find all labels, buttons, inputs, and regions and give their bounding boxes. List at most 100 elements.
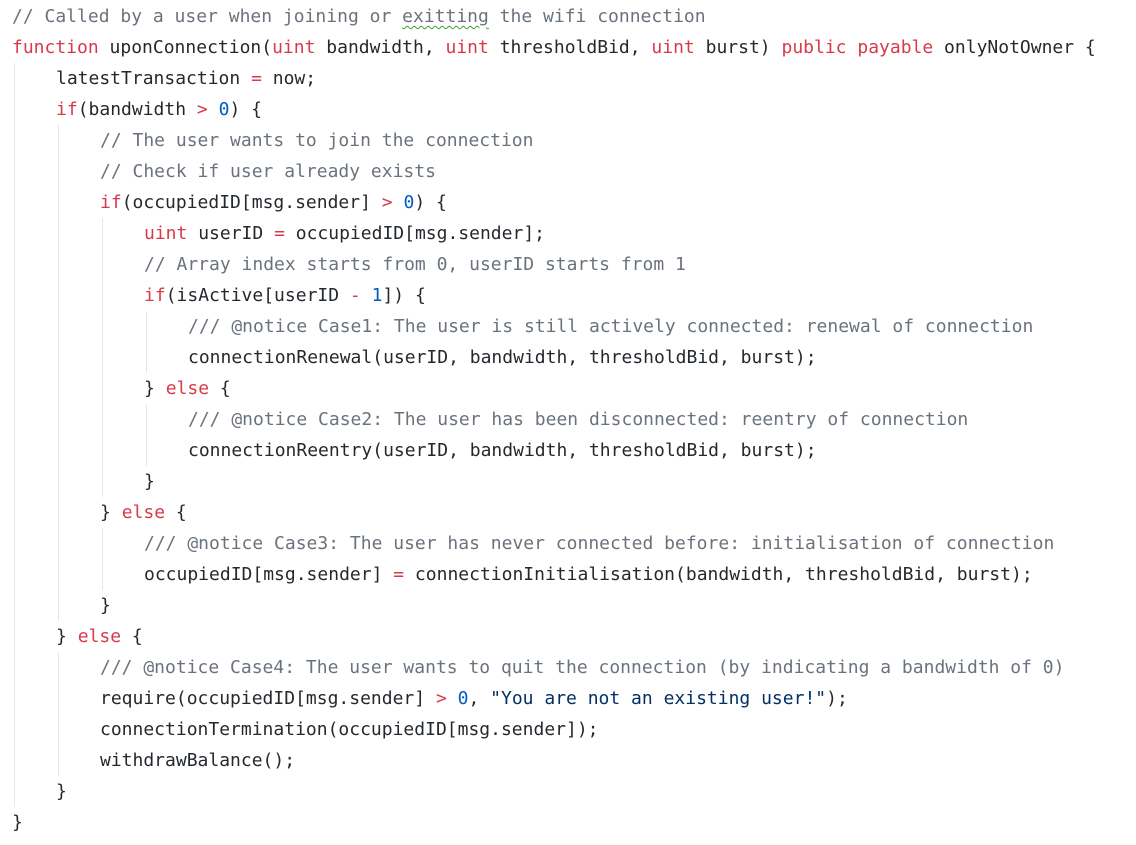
code-line[interactable]: occupiedID[msg.sender] = connectionIniti… xyxy=(144,559,1033,590)
code-line[interactable]: /// @notice Case2: The user has been dis… xyxy=(188,404,968,435)
code-line[interactable]: function uponConnection(uint bandwidth, … xyxy=(12,32,1096,63)
code-token-ident: connectionReentry(userID, bandwidth, thr… xyxy=(188,440,806,461)
code-line[interactable]: /// @notice Case3: The user has never co… xyxy=(144,528,1054,559)
code-token-ident xyxy=(361,285,372,306)
code-line[interactable]: } xyxy=(56,776,67,807)
code-line[interactable]: connectionTermination(occupiedID[msg.sen… xyxy=(100,714,599,745)
code-token-ident: occupiedID[msg.sender] xyxy=(144,564,394,585)
code-line[interactable]: withdrawBalance(); xyxy=(100,745,295,776)
code-token-comment: // The user wants to join the connection xyxy=(100,130,534,151)
code-token-op: > xyxy=(435,688,447,709)
code-token-comment: // Called by a user when joining or xyxy=(12,6,403,27)
code-token-string: "You are not an existing user!" xyxy=(490,688,827,709)
code-token-keyword: if xyxy=(100,192,122,213)
code-token-ident: ]) { xyxy=(382,285,426,306)
code-token-comment: // Check if user already exists xyxy=(100,161,436,182)
code-line[interactable]: } xyxy=(144,466,155,497)
indent-guide xyxy=(58,125,59,621)
code-token-ident: bandwidth, xyxy=(315,37,446,58)
code-token-comment: /// @notice Case1: The user is still act… xyxy=(188,316,1034,337)
code-token-keyword: else xyxy=(165,378,210,399)
code-token-punct: ; xyxy=(587,719,599,740)
code-line[interactable]: // Array index starts from 0, userID sta… xyxy=(144,249,686,280)
code-token-op: - xyxy=(349,285,361,306)
code-token-comment: /// @notice Case3: The user has never co… xyxy=(144,533,1055,554)
code-token-ident: now xyxy=(261,68,306,89)
code-token-punct: ; xyxy=(836,688,848,709)
code-token-spell: exitting xyxy=(402,6,489,27)
code-token-keyword: if xyxy=(56,99,78,120)
code-token-keyword: else xyxy=(121,502,166,523)
code-line[interactable]: connectionRenewal(userID, bandwidth, thr… xyxy=(188,342,817,373)
code-token-keyword: function xyxy=(12,37,99,58)
code-token-ident: require(occupiedID[msg.sender] xyxy=(100,688,436,709)
code-token-comment: /// @notice Case4: The user wants to qui… xyxy=(100,657,1065,678)
indent-guide xyxy=(14,63,15,807)
code-token-ident: occupiedID[msg.sender] xyxy=(284,223,535,244)
code-token-ident xyxy=(208,99,219,120)
code-line[interactable]: } xyxy=(100,590,111,621)
code-token-ident xyxy=(393,192,404,213)
code-line[interactable]: if(bandwidth > 0) { xyxy=(56,94,262,125)
code-token-ident: burst) xyxy=(694,37,782,58)
code-token-ident: onlyNotOwner { xyxy=(933,37,1096,58)
code-token-keyword: uint xyxy=(651,37,695,58)
code-token-ident: } xyxy=(100,502,122,523)
code-token-ident: { xyxy=(165,502,187,523)
code-token-keyword: uint xyxy=(445,37,489,58)
code-token-ident: , xyxy=(468,688,491,709)
code-token-ident: connectionRenewal(userID, bandwidth, thr… xyxy=(188,347,806,368)
indent-guide xyxy=(102,218,103,497)
indent-guide xyxy=(146,404,147,466)
code-token-punct: ; xyxy=(805,440,817,461)
code-line[interactable]: } else { xyxy=(144,373,231,404)
code-token-ident: thresholdBid, xyxy=(488,37,652,58)
code-token-ident: (bandwidth xyxy=(77,99,197,120)
code-line[interactable]: if(occupiedID[msg.sender] > 0) { xyxy=(100,187,447,218)
code-token-ident: userID xyxy=(187,223,275,244)
code-token-comment: the wifi connection xyxy=(488,6,706,27)
indent-guide xyxy=(102,528,103,590)
code-token-ident: } xyxy=(100,595,111,616)
code-token-ident xyxy=(447,688,458,709)
code-token-ident: latestTransaction xyxy=(56,68,252,89)
code-line[interactable]: /// @notice Case1: The user is still act… xyxy=(188,311,1033,342)
code-line[interactable]: connectionReentry(userID, bandwidth, thr… xyxy=(188,435,817,466)
code-line[interactable]: } else { xyxy=(100,497,187,528)
code-token-comment: // Array index starts from 0, userID sta… xyxy=(144,254,686,275)
code-token-ident: uponConnection( xyxy=(98,37,273,58)
code-editor[interactable]: // Called by a user when joining or exit… xyxy=(0,0,1136,845)
code-token-ident: ) xyxy=(826,688,837,709)
code-token-ident: (occupiedID[msg.sender] xyxy=(121,192,382,213)
code-line[interactable]: latestTransaction = now; xyxy=(56,63,316,94)
code-token-punct: ; xyxy=(284,750,296,771)
code-token-ident: connectionTermination(occupiedID[msg.sen… xyxy=(100,719,588,740)
code-token-punct: ; xyxy=(1021,564,1033,585)
code-line[interactable]: // Check if user already exists xyxy=(100,156,436,187)
code-line[interactable]: // Called by a user when joining or exit… xyxy=(12,1,706,32)
code-token-punct: ; xyxy=(305,68,317,89)
code-token-ident: } xyxy=(56,626,78,647)
code-token-keyword: payable xyxy=(857,37,934,58)
code-token-ident: { xyxy=(209,378,231,399)
code-token-ident xyxy=(847,37,858,58)
code-line[interactable]: /// @notice Case4: The user wants to qui… xyxy=(100,652,1065,683)
code-token-comment: /// @notice Case2: The user has been dis… xyxy=(188,409,969,430)
code-token-ident: } xyxy=(144,378,166,399)
code-line[interactable]: } xyxy=(12,807,23,838)
code-token-keyword: uint xyxy=(144,223,188,244)
code-line[interactable]: // The user wants to join the connection xyxy=(100,125,533,156)
code-line[interactable]: require(occupiedID[msg.sender] > 0, "You… xyxy=(100,683,848,714)
code-token-punct: ; xyxy=(534,223,545,244)
code-line[interactable]: if(isActive[userID - 1]) { xyxy=(144,280,426,311)
code-token-punct: ; xyxy=(805,347,817,368)
code-token-keyword: uint xyxy=(272,37,316,58)
code-token-keyword: if xyxy=(144,285,166,306)
code-token-number: 0 xyxy=(457,688,469,709)
indent-guide xyxy=(58,652,59,776)
code-line[interactable]: } else { xyxy=(56,621,143,652)
code-token-op: = xyxy=(251,68,262,89)
code-token-ident: } xyxy=(144,471,155,492)
code-line[interactable]: uint userID = occupiedID[msg.sender]; xyxy=(144,218,545,249)
code-token-op: > xyxy=(196,99,208,120)
